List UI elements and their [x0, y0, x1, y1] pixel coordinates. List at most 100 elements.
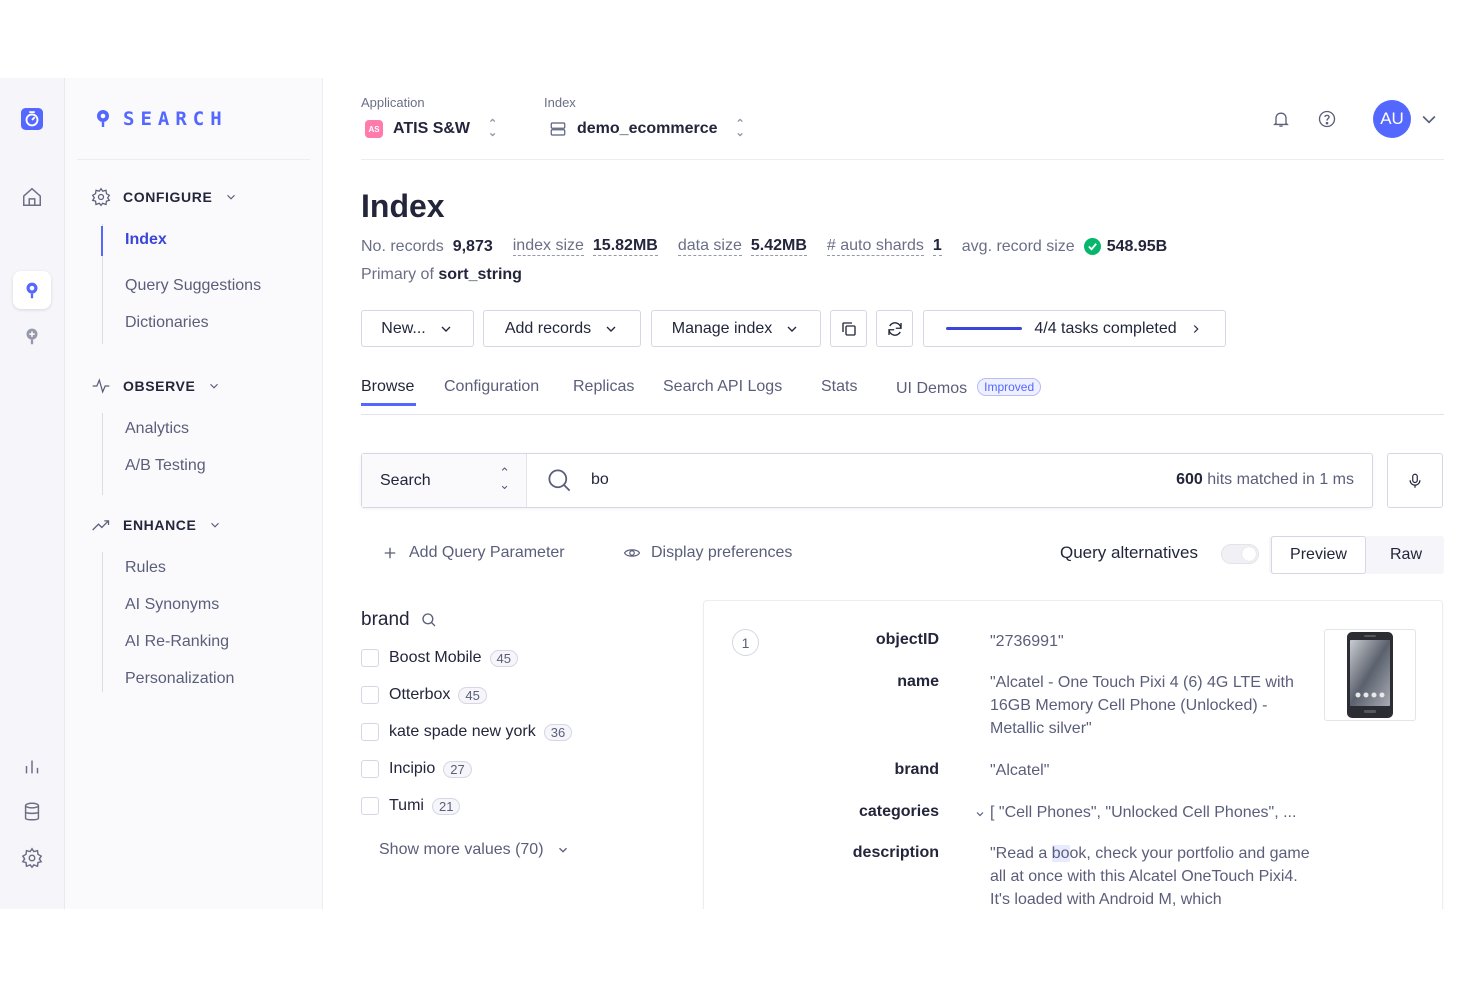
- facet-item[interactable]: Incipio 27: [361, 760, 472, 778]
- search-icon: [546, 467, 573, 494]
- bell-icon[interactable]: [1267, 105, 1295, 133]
- tab-configuration[interactable]: Configuration: [444, 378, 539, 396]
- section-configure-label: CONFIGURE: [123, 189, 212, 205]
- eye-icon: [623, 544, 641, 562]
- chevron-down-icon: [603, 321, 619, 337]
- manage-index-label: Manage index: [672, 320, 773, 338]
- tab-replicas[interactable]: Replicas: [573, 378, 634, 396]
- search-brand-icon: [95, 109, 111, 129]
- query-alternatives-toggle[interactable]: [1221, 544, 1259, 564]
- voice-search-button[interactable]: [1387, 453, 1443, 508]
- description-text: "Read a: [990, 845, 1052, 862]
- index-selector[interactable]: demo_ecommerce ⌃⌄: [549, 120, 745, 138]
- facet-item[interactable]: Otterbox 45: [361, 686, 487, 704]
- primary-of-value[interactable]: sort_string: [438, 266, 522, 283]
- facet-checkbox[interactable]: [361, 649, 379, 667]
- nav-item-dictionaries[interactable]: Dictionaries: [125, 314, 209, 332]
- nav-item-rules[interactable]: Rules: [125, 559, 166, 577]
- facet-search-icon[interactable]: [420, 611, 438, 629]
- tab-active-underline: [361, 403, 416, 406]
- account-chevron-down-icon[interactable]: [1415, 105, 1443, 133]
- phone-image: [1346, 631, 1394, 719]
- facet-item[interactable]: kate spade new york 36: [361, 723, 572, 741]
- chevron-down-icon: [224, 190, 238, 204]
- add-records-button[interactable]: Add records: [483, 310, 641, 347]
- raw-option[interactable]: Raw: [1371, 536, 1441, 574]
- facet-checkbox[interactable]: [361, 686, 379, 704]
- view-mode-toggle: Preview Raw: [1269, 536, 1444, 574]
- tasks-button[interactable]: 4/4 tasks completed: [923, 310, 1226, 347]
- copy-button[interactable]: [830, 310, 867, 347]
- help-icon[interactable]: [1313, 105, 1341, 133]
- field-key-categories: categories: [704, 803, 939, 821]
- primary-of: Primary of sort_string: [361, 266, 522, 284]
- section-observe[interactable]: OBSERVE: [91, 376, 221, 396]
- application-selector[interactable]: AS ATIS S&W ⌃⌄: [365, 120, 497, 138]
- show-more-values-button[interactable]: Show more values (70): [379, 841, 570, 859]
- field-value-brand: "Alcatel": [990, 759, 1320, 782]
- improved-badge: Improved: [977, 378, 1041, 396]
- brand-logo: SEARCH: [95, 108, 228, 130]
- product-image[interactable]: [1324, 629, 1416, 721]
- chevron-down-icon: [784, 321, 800, 337]
- search-input[interactable]: [591, 471, 991, 489]
- nav-item-ai-reranking[interactable]: AI Re-Ranking: [125, 633, 229, 651]
- new-button-label: New...: [381, 320, 425, 338]
- hits-count: 600: [1176, 471, 1203, 488]
- nav-item-index[interactable]: Index: [125, 231, 167, 249]
- nav-divider: [77, 159, 310, 160]
- facet-checkbox[interactable]: [361, 723, 379, 741]
- chevron-down-icon: [207, 379, 221, 393]
- tab-browse[interactable]: Browse: [361, 378, 414, 396]
- expand-chevron-icon[interactable]: [974, 808, 986, 820]
- add-query-parameter-label: Add Query Parameter: [409, 544, 565, 562]
- manage-index-button[interactable]: Manage index: [651, 310, 821, 347]
- facet-checkbox[interactable]: [361, 760, 379, 778]
- updown-icon: ⌃⌄: [499, 467, 510, 491]
- nav-active-indicator: [101, 226, 103, 256]
- add-query-parameter-button[interactable]: Add Query Parameter: [381, 544, 565, 562]
- microphone-icon: [1406, 471, 1424, 491]
- app-logo-icon[interactable]: [13, 100, 51, 138]
- new-button[interactable]: New...: [361, 310, 474, 347]
- display-preferences-button[interactable]: Display preferences: [623, 544, 792, 562]
- index-stats: No. records 9,873 index size 15.82MB dat…: [361, 237, 1187, 256]
- tab-ui-demos[interactable]: UI DemosImproved: [896, 378, 1041, 398]
- field-value-name: "Alcatel - One Touch Pixi 4 (6) 4G LTE w…: [990, 671, 1320, 740]
- home-icon[interactable]: [13, 178, 51, 216]
- recommend-icon[interactable]: [13, 317, 51, 355]
- nav-sidebar: SEARCH CONFIGURE Index Query Suggestions…: [65, 78, 323, 909]
- facet-item-count: 27: [443, 761, 471, 778]
- application-label: Application: [361, 95, 425, 110]
- avatar[interactable]: AU: [1373, 100, 1411, 138]
- preview-option[interactable]: Preview: [1271, 536, 1366, 574]
- application-value: ATIS S&W: [393, 120, 470, 138]
- search-mode-select[interactable]: Search ⌃⌄: [362, 454, 527, 507]
- nav-item-query-suggestions[interactable]: Query Suggestions: [125, 277, 261, 295]
- tab-search-api-logs[interactable]: Search API Logs: [663, 378, 782, 396]
- facet-item[interactable]: Tumi 21: [361, 797, 460, 815]
- trending-up-icon: [91, 515, 111, 535]
- facet-item-count: 45: [490, 650, 518, 667]
- section-configure[interactable]: CONFIGURE: [91, 187, 238, 207]
- auto-shards-label: # auto shards: [827, 237, 924, 256]
- facet-item-label: Tumi: [389, 797, 424, 815]
- nav-item-ai-synonyms[interactable]: AI Synonyms: [125, 596, 219, 614]
- check-circle-icon: [1084, 238, 1101, 255]
- chevron-right-icon: [1189, 322, 1203, 336]
- facet-checkbox[interactable]: [361, 797, 379, 815]
- database-icon[interactable]: [13, 793, 51, 831]
- search-product-icon[interactable]: [13, 271, 51, 309]
- nav-item-ab-testing[interactable]: A/B Testing: [125, 457, 206, 475]
- nav-item-analytics[interactable]: Analytics: [125, 420, 189, 438]
- nav-item-personalization[interactable]: Personalization: [125, 670, 234, 688]
- facet-item[interactable]: Boost Mobile 45: [361, 649, 518, 667]
- tab-stats[interactable]: Stats: [821, 378, 857, 396]
- analytics-icon[interactable]: [13, 747, 51, 785]
- section-observe-line: [102, 413, 103, 495]
- settings-icon[interactable]: [13, 839, 51, 877]
- refresh-button[interactable]: [876, 310, 913, 347]
- field-value-description: "Read a book, check your portfolio and g…: [990, 842, 1320, 909]
- chevron-down-icon: [208, 518, 222, 532]
- section-enhance[interactable]: ENHANCE: [91, 515, 222, 535]
